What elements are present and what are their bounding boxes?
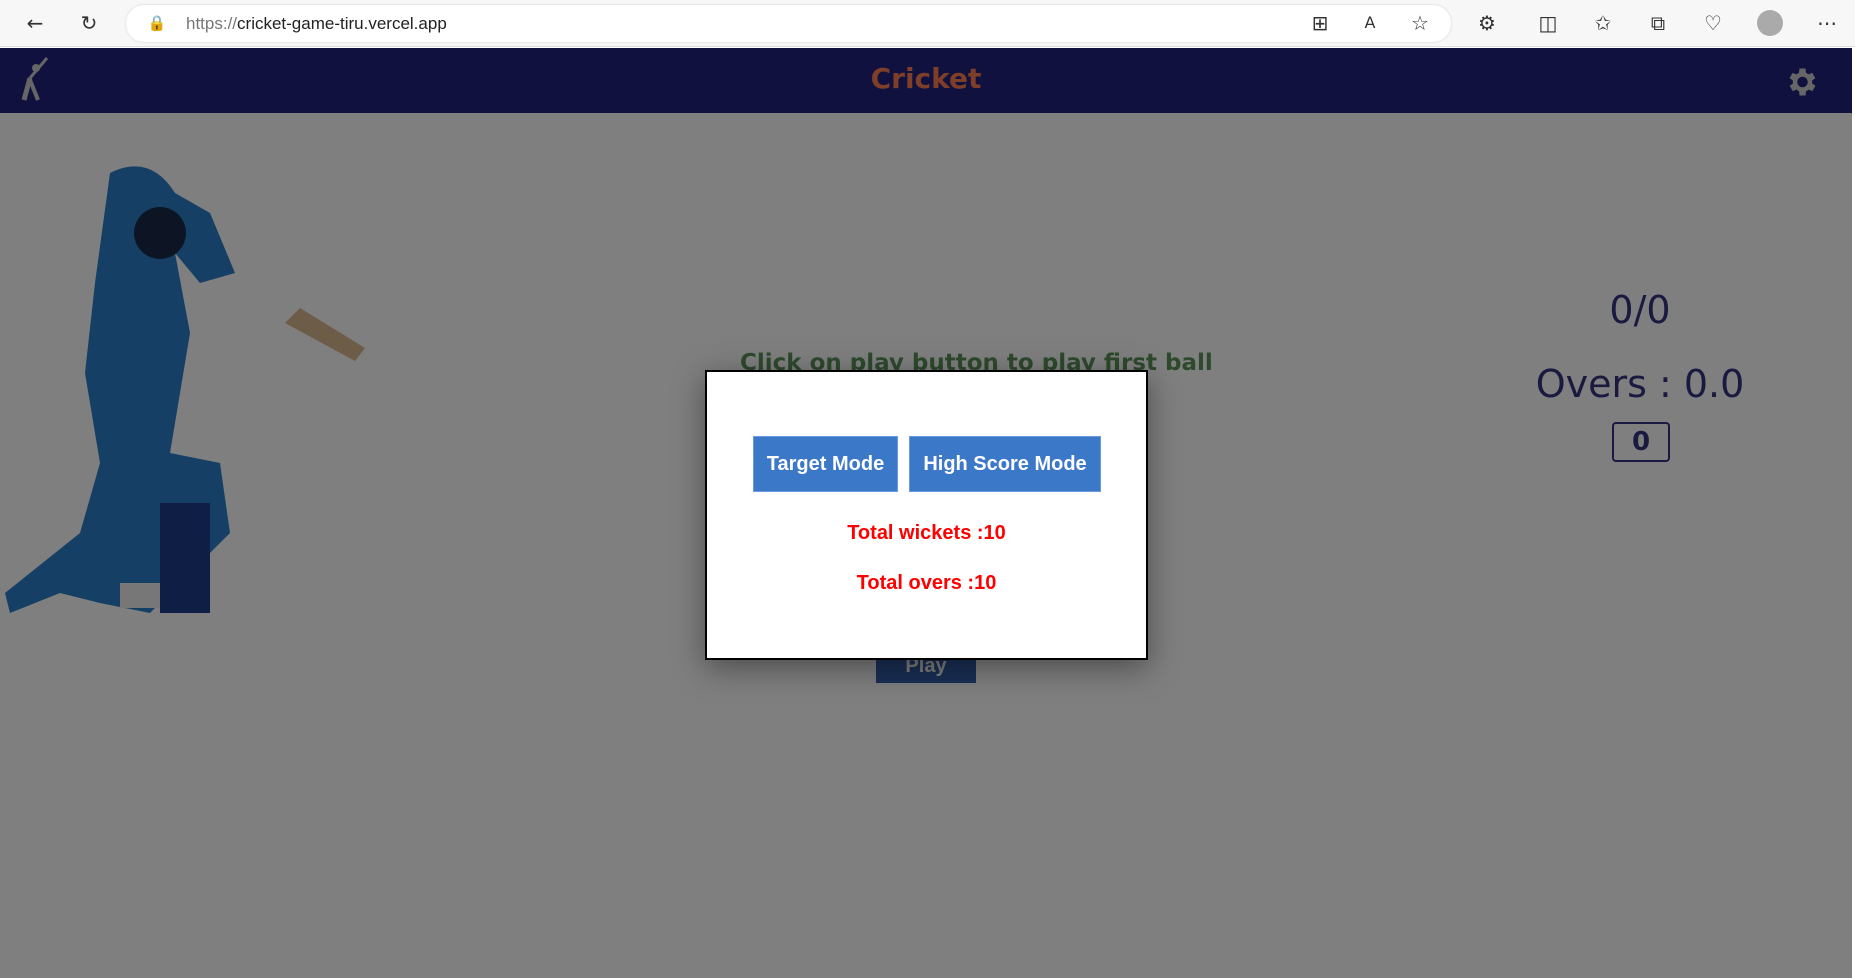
back-icon[interactable]: ← xyxy=(22,10,48,36)
lock-icon[interactable]: 🔒 xyxy=(144,10,170,36)
target-mode-button[interactable]: Target Mode xyxy=(753,436,898,492)
apps-icon[interactable]: ⊞ xyxy=(1307,10,1333,36)
total-wickets-text: Total wickets :10 xyxy=(847,522,1006,544)
url-text[interactable]: https://cricket-game-tiru.vercel.app xyxy=(186,14,447,34)
read-aloud-icon[interactable]: A xyxy=(1357,10,1383,36)
split-screen-icon[interactable]: ◫ xyxy=(1535,10,1561,36)
address-bar[interactable]: 🔒 https://cricket-game-tiru.vercel.app ⊞… xyxy=(126,5,1451,42)
high-score-mode-button[interactable]: High Score Mode xyxy=(909,436,1101,492)
collections-icon[interactable]: ⧉ xyxy=(1645,10,1671,36)
profile-avatar-icon[interactable] xyxy=(1757,10,1783,36)
extensions-icon[interactable]: ⚙ xyxy=(1474,10,1500,36)
more-menu-icon[interactable]: ⋯ xyxy=(1814,10,1840,36)
browser-essentials-icon[interactable]: ♡ xyxy=(1700,10,1726,36)
browser-toolbar: ← ↻ 🔒 https://cricket-game-tiru.vercel.a… xyxy=(0,0,1855,47)
url-scheme: https:// xyxy=(186,14,238,33)
favorite-star-icon[interactable]: ☆ xyxy=(1407,10,1433,36)
url-host: cricket-game-tiru.vercel.app xyxy=(237,14,447,33)
mode-select-modal: Target Mode High Score Mode Total wicket… xyxy=(705,370,1148,660)
favorites-icon[interactable]: ✩ xyxy=(1590,10,1616,36)
refresh-icon[interactable]: ↻ xyxy=(76,10,102,36)
total-overs-text: Total overs :10 xyxy=(856,572,997,594)
